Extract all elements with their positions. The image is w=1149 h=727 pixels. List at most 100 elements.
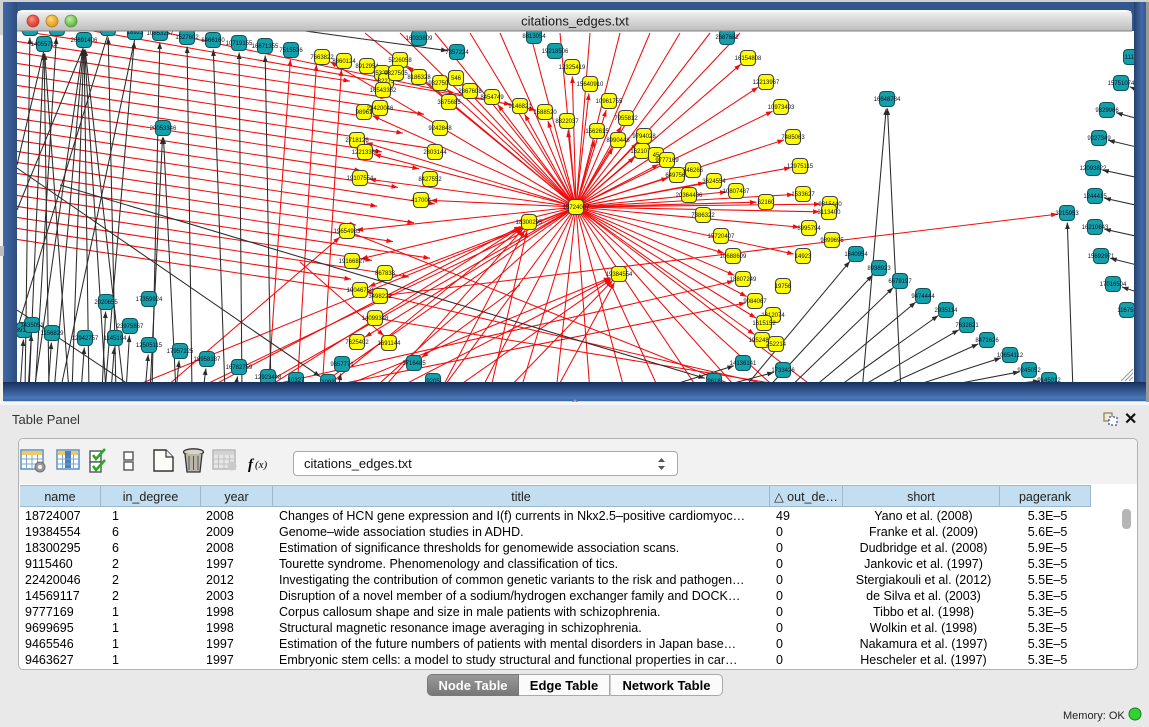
svg-text:15692971: 15692971 xyxy=(1088,254,1115,260)
svg-text:2718126: 2718126 xyxy=(345,138,369,144)
svg-text:16648784: 16648784 xyxy=(874,97,901,103)
svg-text:62160: 62160 xyxy=(758,200,775,206)
svg-text:3716485: 3716485 xyxy=(402,361,426,367)
svg-text:8471626: 8471626 xyxy=(975,338,999,344)
svg-text:19384554: 19384554 xyxy=(606,272,633,278)
svg-text:3113400: 3113400 xyxy=(818,210,842,216)
svg-text:1640954: 1640954 xyxy=(844,252,868,258)
svg-text:16782759: 16782759 xyxy=(226,365,253,371)
svg-text:8995794: 8995794 xyxy=(797,226,821,232)
svg-text:12975115: 12975115 xyxy=(787,164,814,170)
svg-text:12942757: 12942757 xyxy=(72,336,99,342)
svg-text:19166827: 19166827 xyxy=(339,259,366,265)
svg-text:9327505: 9327505 xyxy=(384,71,408,77)
svg-text:14923: 14923 xyxy=(795,254,812,260)
svg-text:2803144: 2803144 xyxy=(423,150,447,156)
svg-text:8427552: 8427552 xyxy=(418,177,442,183)
svg-text:7663822: 7663822 xyxy=(310,55,334,61)
svg-text:8454749: 8454749 xyxy=(480,95,504,101)
svg-text:12213369: 12213369 xyxy=(352,150,379,156)
svg-text:20691406: 20691406 xyxy=(71,38,98,44)
svg-text:746266: 746266 xyxy=(683,168,704,174)
svg-text:7386322: 7386322 xyxy=(691,213,715,219)
svg-text:19218506: 19218506 xyxy=(542,49,569,55)
svg-text:1691144: 1691144 xyxy=(378,341,402,347)
svg-text:1435051: 1435051 xyxy=(20,323,44,329)
svg-text:10654112: 10654112 xyxy=(997,353,1024,359)
svg-text:9242848: 9242848 xyxy=(428,126,452,132)
svg-text:9227349: 9227349 xyxy=(1087,136,1111,142)
svg-text:546: 546 xyxy=(451,76,462,82)
svg-text:7515526: 7515526 xyxy=(279,48,303,54)
svg-text:17957225: 17957225 xyxy=(167,349,194,355)
svg-text:17359924: 17359924 xyxy=(136,297,163,303)
svg-text:9474444: 9474444 xyxy=(911,294,935,300)
svg-text:15751074: 15751074 xyxy=(1108,81,1135,87)
svg-text:7485063: 7485063 xyxy=(781,135,805,141)
svg-text:1733426: 1733426 xyxy=(771,368,795,374)
svg-text:3675685: 3675685 xyxy=(437,100,461,106)
svg-text:1145194: 1145194 xyxy=(104,336,128,342)
svg-text:867833: 867833 xyxy=(375,271,396,277)
svg-text:2020655: 2020655 xyxy=(94,300,118,306)
svg-text:20053346: 20053346 xyxy=(150,126,177,132)
svg-text:1533627: 1533627 xyxy=(791,192,815,198)
svg-text:1588520: 1588520 xyxy=(533,110,557,116)
svg-text:8860124: 8860124 xyxy=(332,59,356,65)
svg-text:23975867: 23975867 xyxy=(117,324,144,330)
svg-text:citations_edges.txt: citations_edges.txt xyxy=(521,14,629,29)
svg-text:14136141: 14136141 xyxy=(730,361,757,367)
svg-text:8938923: 8938923 xyxy=(867,266,891,272)
svg-text:12093822: 12093822 xyxy=(1080,166,1107,172)
svg-text:12923448: 12923448 xyxy=(255,375,282,381)
svg-text:17016504: 17016504 xyxy=(1100,282,1127,288)
svg-text:12213967: 12213967 xyxy=(753,80,780,86)
svg-text:14055712: 14055712 xyxy=(31,42,58,48)
svg-text:7955812: 7955812 xyxy=(614,116,638,122)
svg-text:23420046: 23420046 xyxy=(367,106,394,112)
svg-text:1244415: 1244415 xyxy=(1083,194,1107,200)
svg-text:1527602: 1527602 xyxy=(175,35,199,41)
svg-text:20364436: 20364436 xyxy=(676,193,703,199)
svg-text:15640910: 15640910 xyxy=(577,82,604,88)
svg-text:9146821: 9146821 xyxy=(508,104,532,110)
svg-text:9899695: 9899695 xyxy=(820,238,844,244)
svg-text:9794028: 9794028 xyxy=(632,134,656,140)
svg-text:10973493: 10973493 xyxy=(768,105,795,111)
svg-text:2935114: 2935114 xyxy=(935,308,959,314)
svg-text:f: f xyxy=(248,457,255,473)
svg-text:1615152: 1615152 xyxy=(752,321,776,327)
svg-text:10961755: 10961755 xyxy=(596,99,623,105)
svg-text:10853257: 10853257 xyxy=(147,31,174,37)
svg-text:8813054: 8813054 xyxy=(522,34,546,40)
svg-text:19958187: 19958187 xyxy=(194,357,221,363)
svg-text:(x): (x) xyxy=(255,459,268,471)
svg-text:16033809: 16033809 xyxy=(406,36,433,42)
svg-text:9657771: 9657771 xyxy=(330,362,354,368)
svg-text:7625402: 7625402 xyxy=(345,340,369,346)
svg-text:3624554: 3624554 xyxy=(702,179,726,185)
svg-text:18807249: 18807249 xyxy=(730,277,757,283)
svg-text:10719155: 10719155 xyxy=(226,41,253,47)
svg-text:15720407: 15720407 xyxy=(708,234,735,240)
svg-text:19654983: 19654983 xyxy=(334,229,361,235)
svg-text:7357224: 7357224 xyxy=(445,50,469,56)
svg-text:9245052: 9245052 xyxy=(1017,368,1041,374)
svg-text:9777169: 9777169 xyxy=(655,158,679,164)
svg-text:16154808: 16154808 xyxy=(735,56,762,62)
svg-text:5226058: 5226058 xyxy=(388,58,412,64)
svg-text:10807487: 10807487 xyxy=(723,189,750,195)
svg-text:9084067: 9084067 xyxy=(743,299,767,305)
svg-text:18724007: 18724007 xyxy=(563,205,590,211)
svg-text:1562615: 1562615 xyxy=(585,129,609,135)
svg-text:417004: 417004 xyxy=(411,198,432,204)
svg-text:18300295: 18300295 xyxy=(516,220,543,226)
svg-text:1156829: 1156829 xyxy=(41,331,65,337)
svg-text:19107554: 19107554 xyxy=(347,176,374,182)
svg-text:12325419: 12325419 xyxy=(559,65,586,71)
svg-text:3215953: 3215953 xyxy=(1055,211,1079,217)
svg-text:14099348: 14099348 xyxy=(362,316,389,322)
svg-text:16210643: 16210643 xyxy=(1082,225,1109,231)
svg-text:9329966: 9329966 xyxy=(1095,108,1119,114)
svg-text:19756: 19756 xyxy=(775,284,792,290)
